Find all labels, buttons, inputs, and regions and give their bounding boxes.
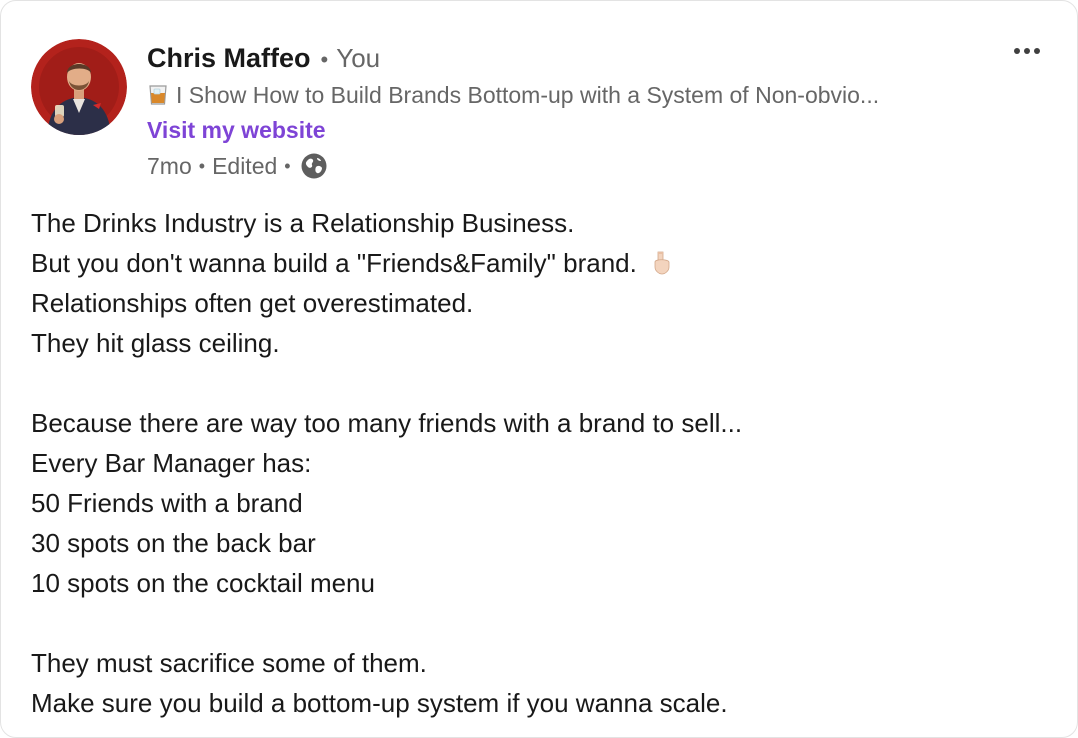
post-line: The Drinks Industry is a Relationship Bu…: [31, 208, 575, 238]
pointing-down-hand-icon: [650, 247, 674, 275]
name-separator: •: [320, 47, 329, 72]
ellipsis-icon: [1014, 48, 1040, 54]
post-line: 50 Friends with a brand: [31, 488, 303, 518]
post-line: 30 spots on the back bar: [31, 528, 316, 558]
author-avatar[interactable]: [31, 39, 127, 135]
post-line: Because there are way too many friends w…: [31, 408, 743, 438]
more-options-button[interactable]: [1005, 37, 1049, 65]
post-line: They hit glass ceiling.: [31, 328, 280, 358]
post-line-with-emoji: But you don't wanna build a "Friends&Fam…: [31, 243, 1041, 283]
post-card: Chris Maffeo • You I Show How to Build B…: [0, 0, 1078, 738]
globe-icon[interactable]: [300, 152, 328, 180]
post-line: Make sure you build a bottom-up system i…: [31, 688, 728, 718]
author-name[interactable]: Chris Maffeo: [147, 43, 311, 74]
post-body: The Drinks Industry is a Relationship Bu…: [31, 203, 1041, 723]
author-meta: Chris Maffeo • You I Show How to Build B…: [147, 43, 1007, 182]
post-header: Chris Maffeo • You I Show How to Build B…: [31, 39, 1031, 189]
relation-label: You: [336, 43, 381, 73]
avatar-image: [31, 39, 127, 135]
visit-website-link[interactable]: Visit my website: [147, 114, 1007, 146]
post-line: 10 spots on the cocktail menu: [31, 568, 375, 598]
edited-label: Edited: [212, 152, 278, 179]
post-line-text: But you don't wanna build a "Friends&Fam…: [31, 248, 637, 278]
author-headline: I Show How to Build Brands Bottom-up wit…: [147, 80, 1007, 110]
headline-text: I Show How to Build Brands Bottom-up wit…: [176, 81, 880, 108]
visibility-separator: •: [284, 155, 291, 176]
post-line: Every Bar Manager has:: [31, 448, 312, 478]
author-name-row: Chris Maffeo • You: [147, 43, 1007, 77]
whisky-glass-icon: [147, 84, 169, 106]
post-line: They must sacrifice some of them.: [31, 648, 427, 678]
post-timestamp-row: 7mo • Edited •: [147, 150, 1007, 182]
post-line: Relationships often get overestimated.: [31, 288, 474, 318]
post-age[interactable]: 7mo: [147, 153, 192, 180]
timestamp-separator: •: [198, 155, 206, 176]
